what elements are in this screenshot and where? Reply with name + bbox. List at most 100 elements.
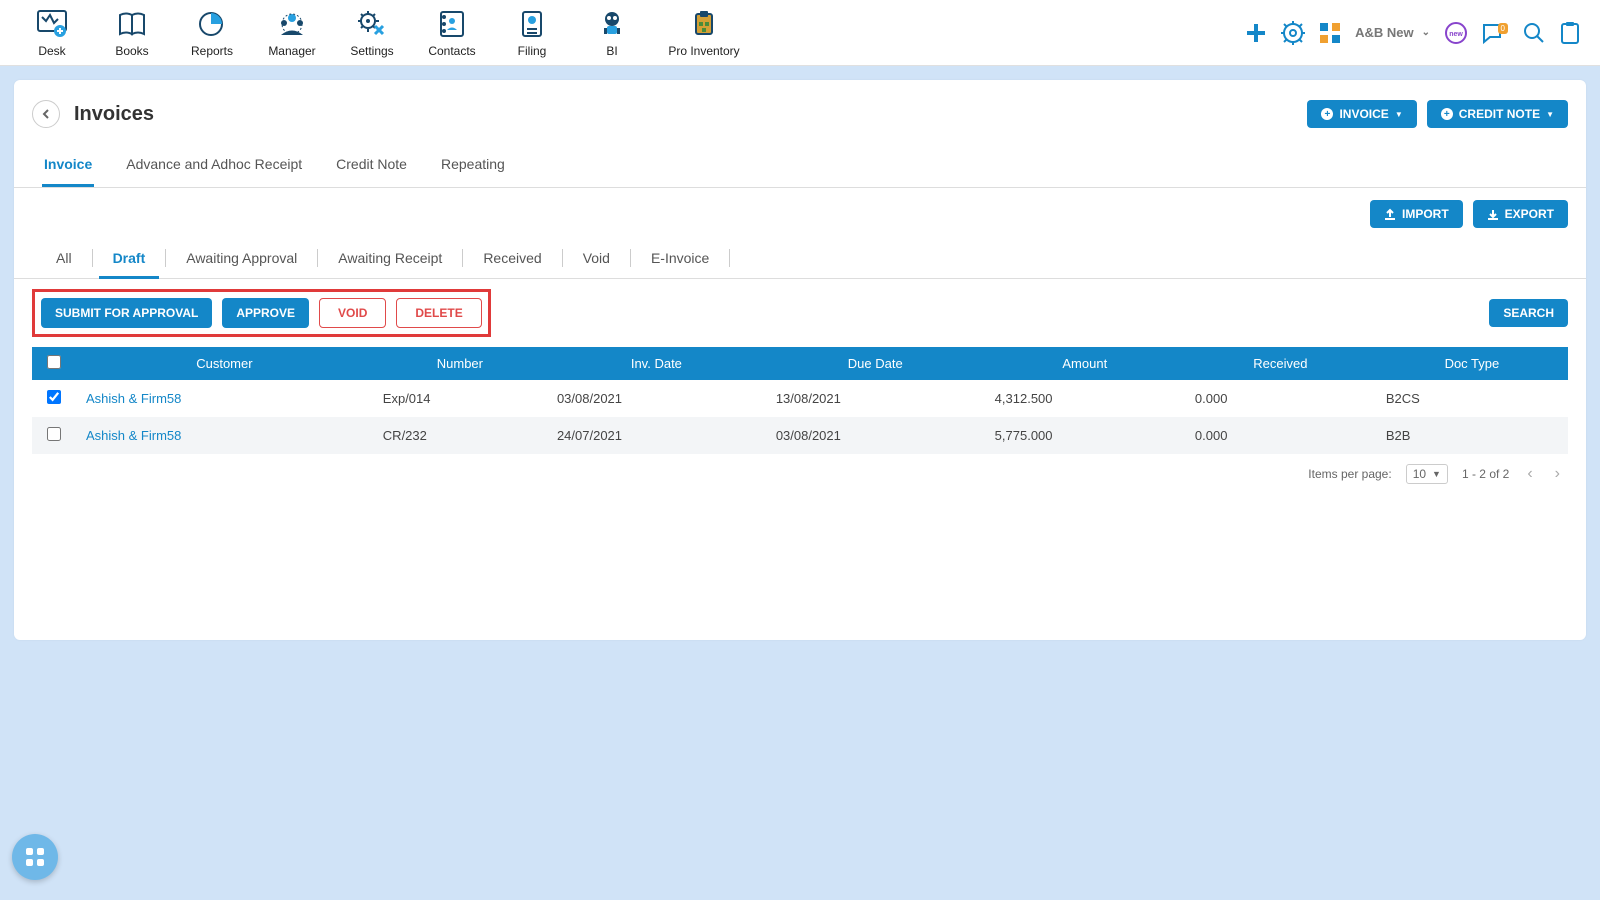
per-page-select[interactable]: 10 ▼ (1406, 464, 1448, 484)
submit-approval-button[interactable]: SUBMIT FOR APPROVAL (41, 298, 212, 328)
search-icon[interactable] (1522, 21, 1546, 45)
prev-page-button[interactable]: ‹ (1523, 465, 1536, 483)
tab-e-invoice[interactable]: E-Invoice (637, 248, 723, 268)
main-card: Invoices + INVOICE ▼ + CREDIT NOTE ▼ Inv… (14, 80, 1586, 640)
row-checkbox[interactable] (47, 390, 61, 404)
separator (630, 249, 631, 267)
page-range: 1 - 2 of 2 (1462, 467, 1509, 481)
separator (92, 249, 93, 267)
header-received: Received (1185, 347, 1376, 380)
nav-item-manager[interactable]: Manager (260, 8, 324, 58)
card-header: Invoices + INVOICE ▼ + CREDIT NOTE ▼ (14, 94, 1586, 138)
nav-item-filing[interactable]: Filing (500, 8, 564, 58)
nav-item-desk[interactable]: Desk (20, 8, 84, 58)
nav-items: Desk Books Reports Manager Settings (20, 8, 748, 58)
tab-draft[interactable]: Draft (99, 248, 160, 279)
cell-received: 0.000 (1185, 380, 1376, 417)
tab-received[interactable]: Received (469, 248, 555, 268)
upload-icon (1384, 208, 1396, 220)
clipboard-icon[interactable] (1560, 21, 1580, 45)
plus-circle-icon: + (1321, 108, 1333, 120)
nav-item-books[interactable]: Books (100, 8, 164, 58)
io-row: IMPORT EXPORT (14, 188, 1586, 234)
caret-down-icon: ▼ (1395, 110, 1403, 119)
table-row: Ashish & Firm58 Exp/014 03/08/2021 13/08… (32, 380, 1568, 417)
approve-button[interactable]: APPROVE (222, 298, 309, 328)
org-name: A&B New (1355, 25, 1414, 40)
nav-item-bi[interactable]: BI (580, 8, 644, 58)
invoice-btn-label: INVOICE (1339, 107, 1388, 121)
chevron-down-icon: ⌄ (1422, 27, 1430, 38)
cell-number: Exp/014 (373, 380, 547, 417)
customer-link[interactable]: Ashish & Firm58 (86, 428, 181, 443)
header-checkbox-col (32, 347, 76, 380)
header-due-date: Due Date (766, 347, 985, 380)
select-all-checkbox[interactable] (47, 355, 61, 369)
nav-label: Manager (268, 44, 315, 58)
separator (165, 249, 166, 267)
back-button[interactable] (32, 100, 60, 128)
manager-icon (276, 8, 308, 40)
cell-inv-date: 24/07/2021 (547, 417, 766, 454)
next-page-button[interactable]: › (1551, 465, 1564, 483)
inventory-icon (688, 8, 720, 40)
credit-note-button[interactable]: + CREDIT NOTE ▼ (1427, 100, 1568, 128)
filing-icon (516, 8, 548, 40)
download-icon (1487, 208, 1499, 220)
new-badge-icon[interactable]: new (1444, 21, 1468, 45)
import-button[interactable]: IMPORT (1370, 200, 1463, 228)
floating-apps-button[interactable] (12, 834, 58, 880)
org-selector[interactable]: A&B New ⌄ (1355, 25, 1430, 40)
tab-advance-adhoc[interactable]: Advance and Adhoc Receipt (124, 150, 304, 187)
tab-awaiting-receipt[interactable]: Awaiting Receipt (324, 248, 456, 268)
void-button[interactable]: VOID (319, 298, 386, 328)
cell-doc-type: B2B (1376, 417, 1568, 454)
notification-icon[interactable]: 0 (1482, 21, 1508, 45)
tab-credit-note[interactable]: Credit Note (334, 150, 409, 187)
tab-repeating[interactable]: Repeating (439, 150, 507, 187)
tab-awaiting-approval[interactable]: Awaiting Approval (172, 248, 311, 268)
notif-count: 0 (1498, 23, 1508, 34)
tab-void[interactable]: Void (569, 248, 624, 268)
nav-item-pro-inventory[interactable]: Pro Inventory (660, 8, 748, 58)
nav-item-settings[interactable]: Settings (340, 8, 404, 58)
cell-received: 0.000 (1185, 417, 1376, 454)
per-page-value: 10 (1413, 467, 1426, 481)
add-icon[interactable] (1245, 22, 1267, 44)
cell-amount: 5,775.000 (985, 417, 1185, 454)
invoice-button[interactable]: + INVOICE ▼ (1307, 100, 1416, 128)
cell-doc-type: B2CS (1376, 380, 1568, 417)
delete-button[interactable]: DELETE (396, 298, 481, 328)
nav-label: Reports (191, 44, 233, 58)
table-header-row: Customer Number Inv. Date Due Date Amoun… (32, 347, 1568, 380)
table-row: Ashish & Firm58 CR/232 24/07/2021 03/08/… (32, 417, 1568, 454)
nav-label: Desk (38, 44, 65, 58)
customer-link[interactable]: Ashish & Firm58 (86, 391, 181, 406)
page-title: Invoices (74, 103, 154, 126)
tab-all[interactable]: All (42, 248, 86, 268)
import-label: IMPORT (1402, 207, 1449, 221)
cell-inv-date: 03/08/2021 (547, 380, 766, 417)
books-icon (116, 8, 148, 40)
reports-icon (196, 8, 228, 40)
nav-label: Filing (518, 44, 547, 58)
plus-circle-icon: + (1441, 108, 1453, 120)
separator (562, 249, 563, 267)
topnav-right: A&B New ⌄ new 0 (1245, 21, 1580, 45)
gear-icon[interactable] (1281, 21, 1305, 45)
table-wrap: Customer Number Inv. Date Due Date Amoun… (14, 347, 1586, 454)
export-button[interactable]: EXPORT (1473, 200, 1568, 228)
cell-due-date: 03/08/2021 (766, 417, 985, 454)
search-button[interactable]: SEARCH (1489, 299, 1568, 327)
nav-item-reports[interactable]: Reports (180, 8, 244, 58)
nav-label: Pro Inventory (668, 44, 739, 58)
invoice-table: Customer Number Inv. Date Due Date Amoun… (32, 347, 1568, 454)
desk-icon (36, 8, 68, 40)
row-checkbox[interactable] (47, 427, 61, 441)
nav-item-contacts[interactable]: Contacts (420, 8, 484, 58)
caret-down-icon: ▼ (1546, 110, 1554, 119)
apps-icon[interactable] (1319, 22, 1341, 44)
tab-invoice[interactable]: Invoice (42, 150, 94, 187)
cell-due-date: 13/08/2021 (766, 380, 985, 417)
tabs-sub: All Draft Awaiting Approval Awaiting Rec… (14, 234, 1586, 279)
